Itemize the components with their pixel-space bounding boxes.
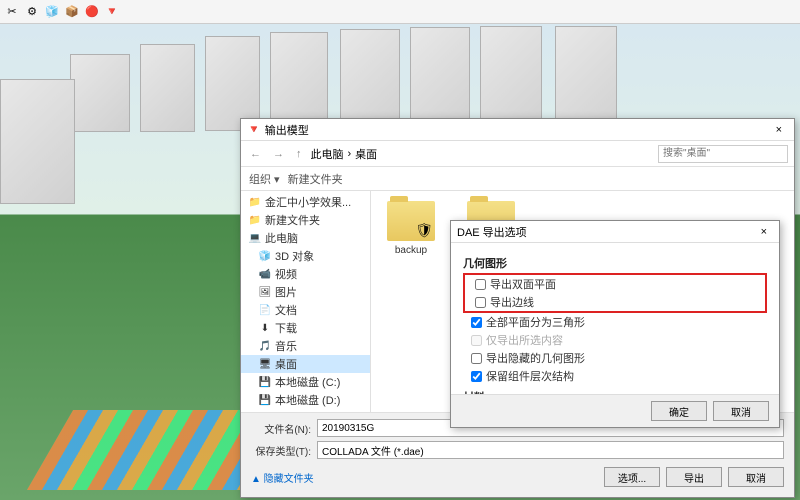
tree-item[interactable]: 📹 视频 bbox=[241, 265, 370, 283]
dae-options-dialog: DAE 导出选项 × 几何图形 导出双面平面 导出边线 全部平面分为三角形 仅导… bbox=[450, 220, 780, 428]
chk-edges[interactable] bbox=[475, 297, 486, 308]
cancel-button[interactable]: 取消 bbox=[713, 401, 769, 421]
crumb-location[interactable]: 桌面 bbox=[355, 146, 377, 162]
cancel-button[interactable]: 取消 bbox=[728, 467, 784, 487]
tree-label: 新建文件夹 bbox=[265, 212, 320, 228]
close-icon[interactable]: × bbox=[755, 226, 773, 238]
tree-item[interactable]: 🖼 图片 bbox=[241, 283, 370, 301]
folder-icon: 🧊 bbox=[259, 250, 271, 262]
lbl-two-faces: 导出双面平面 bbox=[490, 276, 556, 292]
folder-icon: 📹 bbox=[259, 268, 271, 280]
folder-icon: ⬇ bbox=[259, 322, 271, 334]
crumb-pc[interactable]: 此电脑 bbox=[311, 146, 344, 162]
ok-button[interactable]: 确定 bbox=[651, 401, 707, 421]
tool-red-icon[interactable]: 🔴 bbox=[84, 4, 100, 20]
tree-label: 文档 bbox=[275, 302, 297, 318]
tree-label: 下载 bbox=[275, 320, 297, 336]
tree-item[interactable]: 💾 本地磁盘 (C:) bbox=[241, 373, 370, 391]
tree-label: 桌面 bbox=[275, 356, 297, 372]
folder-icon: 🖥 bbox=[259, 358, 271, 370]
folder-icon: 🛡 bbox=[387, 201, 435, 241]
tree-label: 音乐 bbox=[275, 338, 297, 354]
folder-item[interactable]: 🛡 backup bbox=[381, 201, 441, 256]
tree-item[interactable]: 💾 本地磁盘 (D:) bbox=[241, 391, 370, 409]
filetype-label: 保存类型(T): bbox=[251, 443, 311, 458]
app-icon: 🔻 bbox=[247, 123, 261, 136]
tree-item[interactable]: 💻 此电脑 bbox=[241, 229, 370, 247]
folder-icon: 📁 bbox=[249, 196, 261, 208]
folder-icon: 📁 bbox=[249, 214, 261, 226]
tree-label: 本地磁盘 (D:) bbox=[275, 392, 340, 408]
filetype-select[interactable] bbox=[317, 441, 784, 459]
folder-icon: 💻 bbox=[249, 232, 261, 244]
chevron-right-icon: › bbox=[348, 148, 352, 160]
tree-item[interactable]: 📁 新建文件夹 bbox=[241, 211, 370, 229]
export-button[interactable]: 导出 bbox=[666, 467, 722, 487]
tree-item[interactable]: 🎵 音乐 bbox=[241, 337, 370, 355]
folder-tree[interactable]: 📁金汇中小学效果...📁新建文件夹💻此电脑🧊3D 对象📹视频🖼图片📄文档⬇下载🎵… bbox=[241, 191, 371, 412]
tree-item[interactable]: 🧊 3D 对象 bbox=[241, 247, 370, 265]
tool-cut-icon[interactable]: ✂ bbox=[4, 4, 20, 20]
new-folder-button[interactable]: 新建文件夹 bbox=[288, 171, 343, 187]
nav-fwd-icon[interactable]: → bbox=[270, 148, 287, 160]
highlighted-options: 导出双面平面 导出边线 bbox=[463, 273, 767, 313]
lbl-triangulate: 全部平面分为三角形 bbox=[486, 314, 585, 330]
close-icon[interactable]: × bbox=[770, 124, 788, 136]
folder-icon: 💾 bbox=[259, 376, 271, 388]
section-geometry: 几何图形 bbox=[463, 255, 767, 271]
lbl-only-selection: 仅导出所选内容 bbox=[486, 332, 563, 348]
tool-cube-icon[interactable]: 🧊 bbox=[44, 4, 60, 20]
tree-label: 图片 bbox=[275, 284, 297, 300]
tool-down-icon[interactable]: 🔻 bbox=[104, 4, 120, 20]
chk-only-selection bbox=[471, 335, 482, 346]
folder-name: backup bbox=[381, 245, 441, 256]
dialog-titlebar[interactable]: 🔻 输出模型 × bbox=[241, 119, 794, 141]
lbl-edges: 导出边线 bbox=[490, 294, 534, 310]
tree-label: 本地磁盘 (C:) bbox=[275, 374, 340, 390]
lbl-hierarchy: 保留组件层次结构 bbox=[486, 368, 574, 384]
lbl-hidden-geo: 导出隐藏的几何图形 bbox=[486, 350, 585, 366]
tree-label: 金汇中小学效果... bbox=[265, 194, 351, 210]
dialog-title-text: 输出模型 bbox=[265, 122, 309, 138]
filename-label: 文件名(N): bbox=[251, 421, 311, 436]
hide-folders-link[interactable]: ▲ 隐藏文件夹 bbox=[251, 470, 314, 485]
chk-hidden-geo[interactable] bbox=[471, 353, 482, 364]
tree-item[interactable]: 📄 文档 bbox=[241, 301, 370, 319]
options-button[interactable]: 选项... bbox=[604, 467, 660, 487]
folder-icon: 🖼 bbox=[259, 286, 271, 298]
chk-hierarchy[interactable] bbox=[471, 371, 482, 382]
opts-titlebar[interactable]: DAE 导出选项 × bbox=[451, 221, 779, 243]
tree-item[interactable]: 🖥 桌面 bbox=[241, 355, 370, 373]
nav-bar: ← → ↑ 此电脑 › 桌面 bbox=[241, 141, 794, 167]
tree-label: 视频 bbox=[275, 266, 297, 282]
opts-title-text: DAE 导出选项 bbox=[457, 224, 527, 240]
breadcrumb[interactable]: 此电脑 › 桌面 bbox=[311, 146, 653, 162]
search-input[interactable] bbox=[658, 145, 788, 163]
tree-label: 此电脑 bbox=[265, 230, 298, 246]
tree-label: 3D 对象 bbox=[275, 248, 314, 264]
tool-gear-icon[interactable]: ⚙ bbox=[24, 4, 40, 20]
organize-button[interactable]: 组织 ▾ bbox=[249, 171, 280, 187]
main-toolbar: ✂ ⚙ 🧊 📦 🔴 🔻 bbox=[0, 0, 800, 24]
tool-box-icon[interactable]: 📦 bbox=[64, 4, 80, 20]
tree-item[interactable]: 📁 金汇中小学效果... bbox=[241, 193, 370, 211]
chk-triangulate[interactable] bbox=[471, 317, 482, 328]
nav-back-icon[interactable]: ← bbox=[247, 148, 264, 160]
folder-icon: 📄 bbox=[259, 304, 271, 316]
folder-icon: 💾 bbox=[259, 394, 271, 406]
chk-two-faces[interactable] bbox=[475, 279, 486, 290]
tree-item[interactable]: ⬇ 下载 bbox=[241, 319, 370, 337]
folder-icon: 🎵 bbox=[259, 340, 271, 352]
nav-up-icon[interactable]: ↑ bbox=[293, 148, 305, 160]
dialog-toolbar: 组织 ▾ 新建文件夹 bbox=[241, 167, 794, 191]
